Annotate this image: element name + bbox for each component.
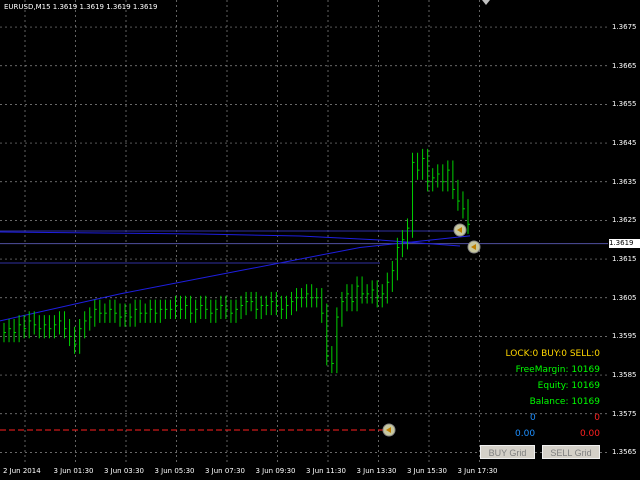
- indicator-lines: [0, 230, 608, 431]
- time-tick-label: 3 Jun 05:30: [154, 467, 195, 475]
- time-tick-label: 3 Jun 15:30: [407, 467, 448, 475]
- buy-grid-button[interactable]: BUY Grid: [480, 445, 535, 459]
- time-tick-label: 2 Jun 2014: [3, 467, 41, 475]
- time-tick-label: 3 Jun 17:30: [457, 467, 498, 475]
- price-chart[interactable]: [0, 0, 608, 464]
- price-tick-label: 1.3575: [612, 409, 637, 418]
- buy-profit: 0.00: [515, 429, 536, 439]
- buy-count: 0: [530, 413, 536, 423]
- price-tick-label: 1.3605: [612, 293, 637, 302]
- price-tick-label: 1.3565: [612, 448, 637, 457]
- time-tick-label: 3 Jun 11:30: [306, 467, 347, 475]
- sell-grid-button[interactable]: SELL Grid: [542, 445, 600, 459]
- current-price-tag: 1.3619: [609, 239, 640, 249]
- trade-marker-icon[interactable]: [382, 423, 396, 437]
- sell-count: 0: [594, 413, 600, 423]
- symbol-header: EURUSD,M15 1.3619 1.3619 1.3619 1.3619: [4, 3, 158, 11]
- lock-status: LOCK:0 BUY:0 SELL:0: [505, 349, 600, 359]
- price-tick-label: 1.3665: [612, 61, 637, 70]
- price-tick-label: 1.3585: [612, 371, 637, 380]
- equity-label: Equity: 10169: [537, 381, 600, 391]
- balance-label: Balance: 10169: [529, 397, 600, 407]
- price-tick-label: 1.3675: [612, 23, 637, 32]
- free-margin-label: FreeMargin: 10169: [515, 365, 600, 375]
- sell-profit: 0.00: [579, 429, 600, 439]
- time-tick-label: 3 Jun 13:30: [356, 467, 397, 475]
- price-tick-label: 1.3625: [612, 216, 637, 225]
- price-tick-label: 1.3655: [612, 100, 637, 109]
- time-tick-label: 3 Jun 03:30: [104, 467, 145, 475]
- trade-marker-icon[interactable]: [453, 223, 467, 237]
- price-tick-label: 1.3635: [612, 177, 637, 186]
- time-scale[interactable]: 2 Jun 2014 3 Jun 01:30 3 Jun 03:30 3 Jun 05…: [0, 464, 608, 480]
- time-tick-label: 3 Jun 01:30: [53, 467, 94, 475]
- price-tick-label: 1.3595: [612, 332, 637, 341]
- candlestick-series: [3, 148, 470, 374]
- price-tick-label: 1.3615: [612, 255, 637, 264]
- collapse-arrow-icon[interactable]: [482, 0, 490, 5]
- chart-grid: [0, 0, 608, 464]
- price-tick-label: 1.3645: [612, 139, 637, 148]
- time-tick-label: 3 Jun 07:30: [205, 467, 246, 475]
- price-scale[interactable]: 1.3675 1.3665 1.3655 1.3645 1.3635 1.3625 1.36…: [608, 0, 640, 464]
- moving-average-line: [0, 235, 471, 322]
- time-tick-label: 3 Jun 09:30: [255, 467, 296, 475]
- trade-marker-icon[interactable]: [467, 240, 481, 254]
